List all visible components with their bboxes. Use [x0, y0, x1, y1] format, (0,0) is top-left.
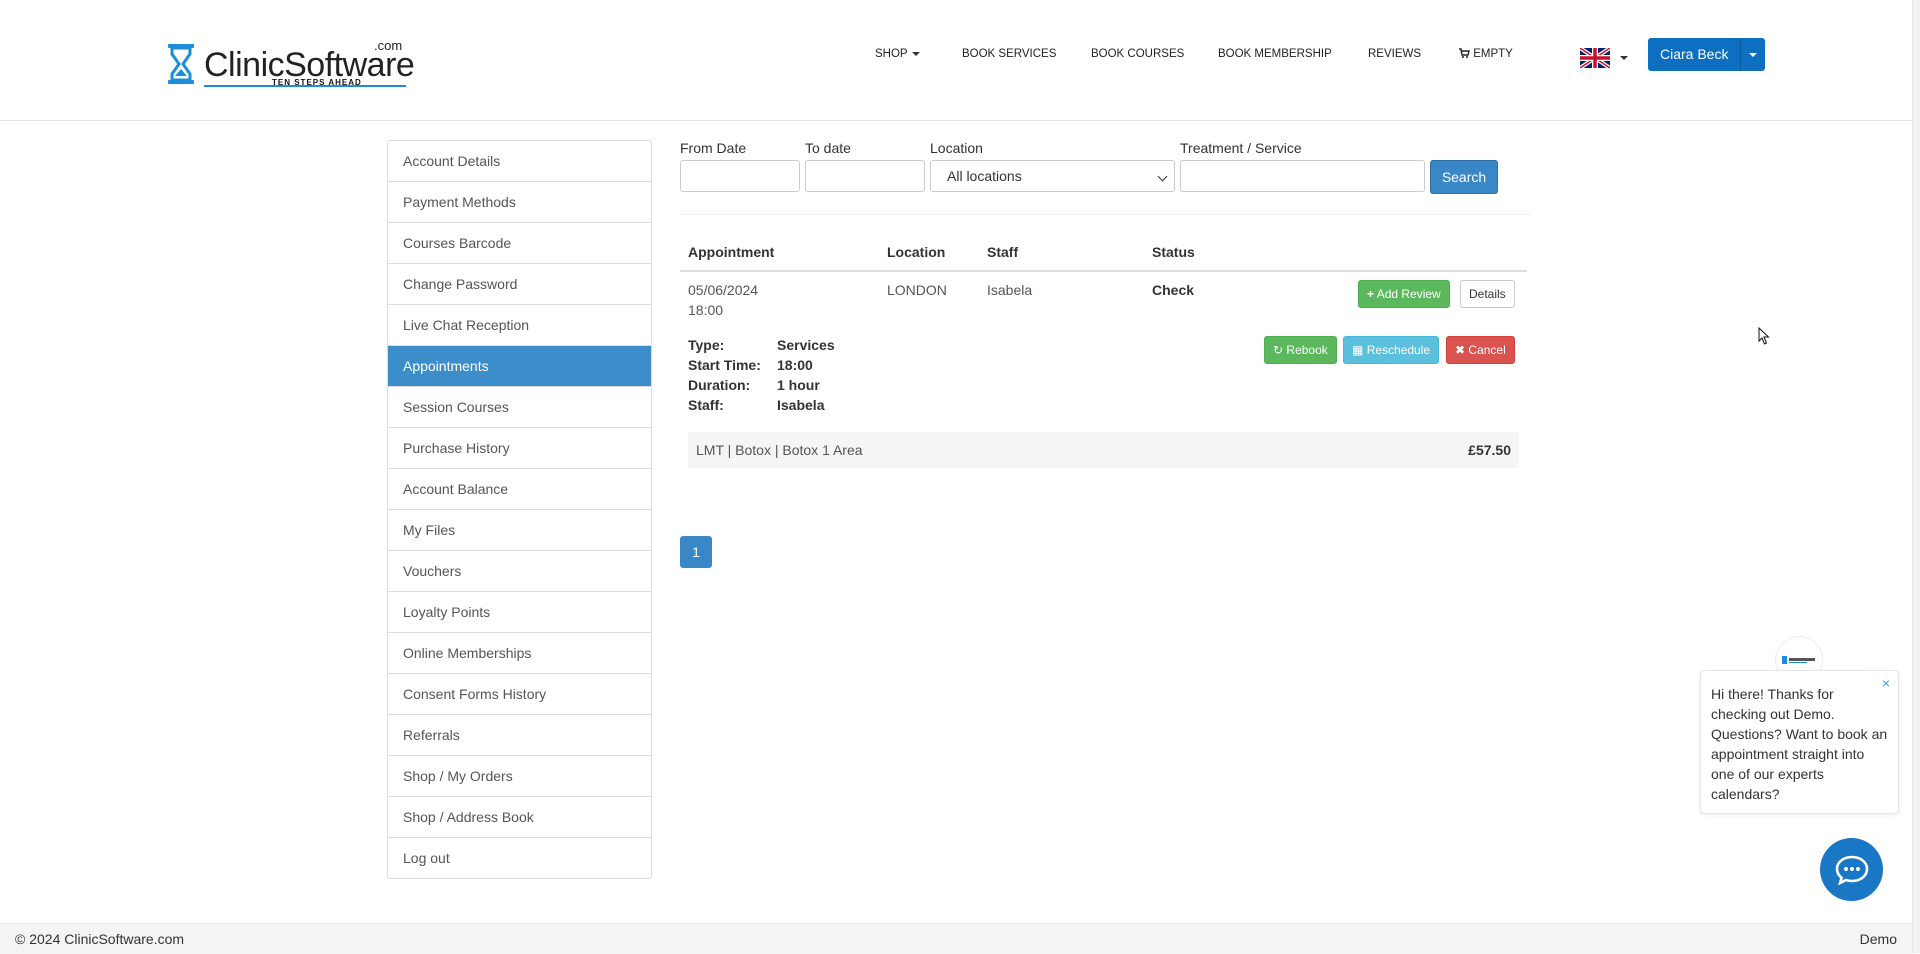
- start-time-value: 18:00: [777, 357, 813, 373]
- sidebar-item-vouchers[interactable]: Vouchers: [388, 551, 651, 592]
- appointment-status: Check: [1152, 282, 1195, 298]
- chevron-down-icon: [1157, 171, 1168, 182]
- clinicsoftware-mini-logo-icon: [1782, 656, 1815, 664]
- user-dropdown-toggle[interactable]: [1741, 38, 1766, 71]
- service-line: LMT | Botox | Botox 1 Area £57.50: [688, 432, 1519, 468]
- location-select-value: All locations: [947, 168, 1022, 184]
- sidebar-item-purchase-history[interactable]: Purchase History: [388, 428, 651, 469]
- sidebar-item-log-out[interactable]: Log out: [388, 838, 651, 878]
- duration-value: 1 hour: [777, 377, 820, 393]
- chat-greeting-text: Hi there! Thanks for checking out Demo. …: [1711, 686, 1888, 802]
- nav-cart-label: EMPTY: [1473, 48, 1513, 60]
- start-time-label: Start Time:: [688, 357, 761, 373]
- sidebar-item-shop-address-book[interactable]: Shop / Address Book: [388, 797, 651, 838]
- mouse-cursor-icon: [1758, 327, 1770, 345]
- sidebar-item-appointments[interactable]: Appointments: [388, 346, 651, 387]
- type-value: Services: [777, 337, 835, 353]
- to-date-label: To date: [805, 140, 851, 156]
- sidebar-item-account-details[interactable]: Account Details: [388, 141, 651, 182]
- sidebar-item-courses-barcode[interactable]: Courses Barcode: [388, 223, 651, 264]
- nav-book-membership[interactable]: BOOK MEMBERSHIP: [1218, 48, 1332, 60]
- add-review-label: Add Review: [1376, 287, 1441, 301]
- uk-flag-icon: [1578, 46, 1612, 70]
- site-header: ClinicSoftware .com TEN STEPS AHEAD SHOP…: [0, 0, 1912, 121]
- appointment-staff: Isabela: [987, 282, 1033, 298]
- brand-com: .com: [374, 38, 403, 53]
- nav-reviews[interactable]: REVIEWS: [1368, 48, 1421, 60]
- chat-bubble-icon: [1835, 855, 1868, 885]
- details-button[interactable]: Details: [1460, 280, 1515, 308]
- close-icon: ✖: [1455, 343, 1466, 357]
- type-label: Type:: [688, 337, 725, 353]
- chevron-down-icon: [911, 51, 920, 56]
- cart-icon: [1459, 48, 1470, 58]
- chevron-down-icon: [1749, 52, 1758, 57]
- nav-shop[interactable]: SHOP: [875, 48, 920, 60]
- brand-logo[interactable]: ClinicSoftware .com TEN STEPS AHEAD: [160, 38, 415, 92]
- page-scrollbar[interactable]: [1912, 0, 1920, 953]
- service-name: LMT | Botox | Botox 1 Area: [696, 442, 863, 458]
- sidebar-item-consent-forms-history[interactable]: Consent Forms History: [388, 674, 651, 715]
- service-price: £57.50: [1468, 442, 1511, 458]
- user-menu: Ciara Beck: [1648, 38, 1766, 71]
- nav-book-services[interactable]: BOOK SERVICES: [962, 48, 1056, 60]
- reschedule-label: Reschedule: [1366, 343, 1431, 357]
- appointment-date: 05/06/2024: [688, 282, 759, 298]
- plus-icon: +: [1367, 287, 1375, 301]
- open-chat-button[interactable]: [1820, 838, 1883, 901]
- sidebar-item-referrals[interactable]: Referrals: [388, 715, 651, 756]
- nav-book-courses[interactable]: BOOK COURSES: [1091, 48, 1184, 60]
- cancel-button[interactable]: ✖ Cancel: [1446, 336, 1515, 364]
- treatment-service-input[interactable]: [1180, 160, 1425, 192]
- location-select[interactable]: All locations: [930, 160, 1175, 192]
- location-label: Location: [930, 140, 983, 156]
- appointment-location: LONDON: [887, 282, 947, 298]
- account-sidebar: Account Details Payment Methods Courses …: [387, 140, 652, 879]
- chat-greeting-bubble: × Hi there! Thanks for checking out Demo…: [1700, 670, 1899, 814]
- calendar-icon: ▦: [1352, 343, 1364, 357]
- nav-shop-label: SHOP: [875, 48, 908, 60]
- sidebar-item-account-balance[interactable]: Account Balance: [388, 469, 651, 510]
- sidebar-item-change-password[interactable]: Change Password: [388, 264, 651, 305]
- from-date-input[interactable]: [680, 160, 800, 192]
- treatment-service-label: Treatment / Service: [1180, 140, 1302, 156]
- cancel-label: Cancel: [1468, 343, 1506, 357]
- hourglass-logo-icon: [168, 44, 194, 84]
- search-button[interactable]: Search: [1430, 160, 1498, 194]
- to-date-input[interactable]: [805, 160, 925, 192]
- reschedule-button[interactable]: ▦ Reschedule: [1343, 336, 1440, 364]
- site-footer: © 2024 ClinicSoftware.com Demo: [0, 923, 1912, 954]
- refresh-icon: ↻: [1273, 343, 1284, 357]
- appointment-time: 18:00: [688, 302, 724, 318]
- chevron-down-icon: [1620, 56, 1628, 60]
- footer-demo-label: Demo: [1859, 931, 1897, 947]
- rebook-label: Rebook: [1286, 343, 1328, 357]
- sidebar-item-session-courses[interactable]: Session Courses: [388, 387, 651, 428]
- sidebar-item-my-files[interactable]: My Files: [388, 510, 651, 551]
- rebook-button[interactable]: ↻ Rebook: [1264, 336, 1337, 364]
- staff-label: Staff:: [688, 397, 724, 413]
- user-name-button[interactable]: Ciara Beck: [1648, 38, 1742, 71]
- language-selector[interactable]: [1578, 46, 1628, 70]
- sidebar-item-online-memberships[interactable]: Online Memberships: [388, 633, 651, 674]
- appointments-table-header: Appointment Location Staff Status: [680, 238, 1527, 272]
- sidebar-item-shop-my-orders[interactable]: Shop / My Orders: [388, 756, 651, 797]
- column-header-location: Location: [887, 244, 946, 260]
- column-header-staff: Staff: [987, 244, 1019, 260]
- sidebar-item-live-chat-reception[interactable]: Live Chat Reception: [388, 305, 651, 346]
- footer-copyright: © 2024 ClinicSoftware.com: [15, 931, 185, 947]
- sidebar-item-payment-methods[interactable]: Payment Methods: [388, 182, 651, 223]
- duration-label: Duration:: [688, 377, 751, 393]
- from-date-label: From Date: [680, 140, 747, 156]
- staff-value: Isabela: [777, 397, 825, 413]
- nav-cart[interactable]: EMPTY: [1459, 48, 1513, 60]
- brand-tagline: TEN STEPS AHEAD: [272, 78, 362, 87]
- column-header-appointment: Appointment: [688, 244, 775, 260]
- sidebar-item-loyalty-points[interactable]: Loyalty Points: [388, 592, 651, 633]
- appointment-filters: From Date To date Location All locations…: [680, 140, 1530, 215]
- pagination-page-1[interactable]: 1: [680, 536, 712, 568]
- add-review-button[interactable]: + Add Review: [1358, 280, 1450, 308]
- column-header-status: Status: [1152, 244, 1195, 260]
